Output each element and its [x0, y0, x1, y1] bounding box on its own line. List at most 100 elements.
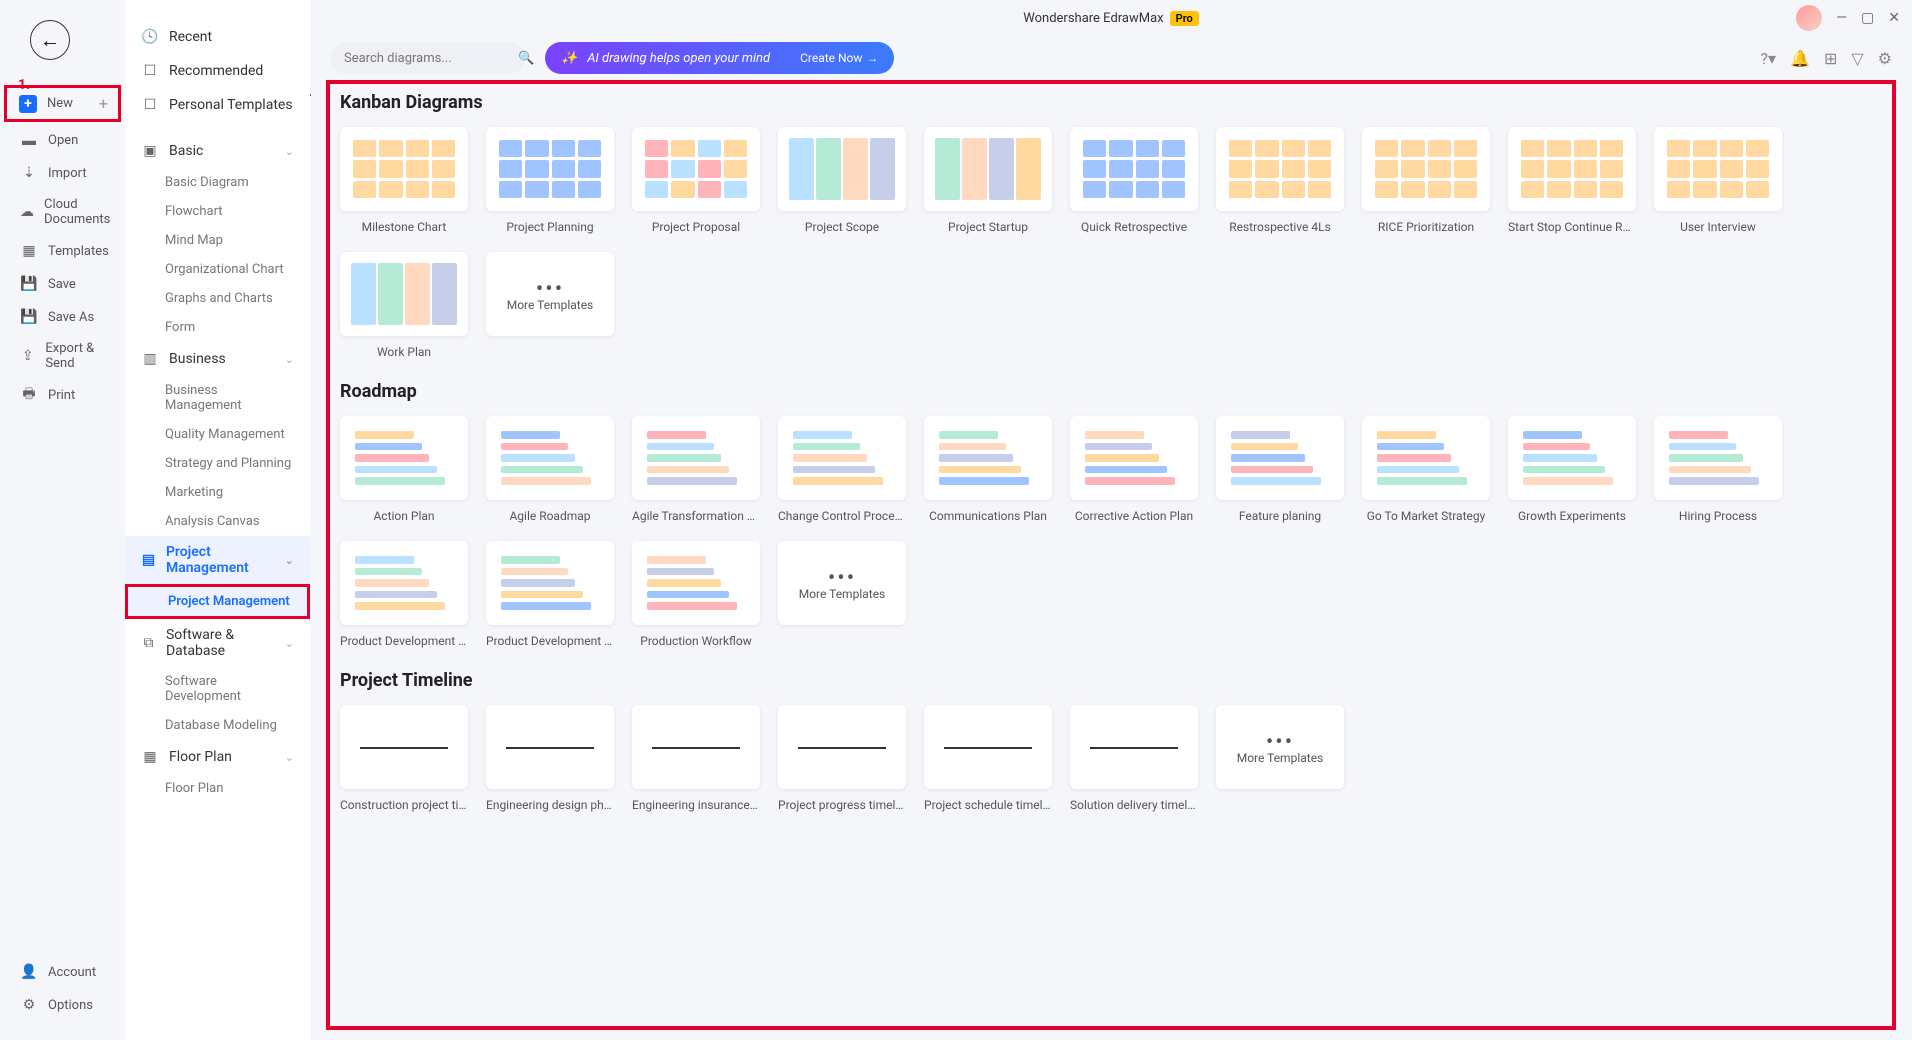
- search-input[interactable]: [344, 51, 510, 66]
- help-icon[interactable]: ?▾: [1760, 49, 1776, 68]
- template-card[interactable]: Agile Roadmap: [486, 416, 614, 523]
- ai-banner[interactable]: ✨ AI drawing helps open your mind Create…: [545, 42, 894, 74]
- nav-save[interactable]: 💾 Save: [0, 269, 125, 299]
- template-card[interactable]: Production Workflow: [632, 541, 760, 648]
- template-card[interactable]: Project Scope: [778, 127, 906, 234]
- template-label: Change Control Process: [778, 509, 906, 523]
- search-box[interactable]: 🔍: [330, 42, 525, 74]
- kanban-grid: Milestone Chart Project Planning Project…: [340, 127, 1882, 359]
- more-templates[interactable]: ••• More Templates: [778, 541, 906, 648]
- template-card[interactable]: Project schedule timeline: [924, 705, 1052, 812]
- apps-icon[interactable]: ⊞: [1824, 49, 1837, 68]
- template-card[interactable]: Restrospective 4Ls: [1216, 127, 1344, 234]
- template-card[interactable]: Growth Experiments: [1508, 416, 1636, 523]
- template-card[interactable]: Product Development Roa...: [340, 541, 468, 648]
- pro-badge: Pro: [1170, 11, 1199, 26]
- cat-sub[interactable]: Business Management: [125, 376, 310, 420]
- cat-label: Floor Plan: [169, 749, 232, 765]
- close-icon[interactable]: ✕: [1888, 10, 1900, 26]
- template-label: Solution delivery timeline: [1070, 798, 1198, 812]
- annotation-3: 3.: [310, 84, 312, 100]
- cat-personal[interactable]: ☐ Personal Templates: [125, 88, 310, 122]
- template-card[interactable]: Change Control Process: [778, 416, 906, 523]
- template-thumb: [486, 541, 614, 625]
- cat-sub[interactable]: Database Modeling: [125, 711, 310, 740]
- template-card[interactable]: Engineering design phase t...: [486, 705, 614, 812]
- template-card[interactable]: Start Stop Continue Retros...: [1508, 127, 1636, 234]
- filter-icon[interactable]: ▽: [1851, 49, 1863, 68]
- nav-save-as[interactable]: 💾 Save As: [0, 302, 125, 332]
- nav-open[interactable]: ▬ Open: [0, 125, 125, 155]
- back-button[interactable]: ←: [30, 20, 70, 60]
- cat-floor[interactable]: ▦ Floor Plan ⌄: [125, 740, 310, 774]
- topbar-right: ?▾ 🔔 ⊞ ▽ ⚙: [1760, 49, 1892, 68]
- cat-recent[interactable]: 🕓 Recent: [125, 20, 310, 54]
- cat-sub[interactable]: Graphs and Charts: [125, 284, 310, 313]
- cat-sub[interactable]: Quality Management: [125, 420, 310, 449]
- template-card[interactable]: Hiring Process: [1654, 416, 1782, 523]
- avatar[interactable]: [1796, 5, 1822, 31]
- template-label: Agile Transformation Road...: [632, 509, 760, 523]
- cat-business[interactable]: ▥ Business ⌄: [125, 342, 310, 376]
- minimize-icon[interactable]: —: [1836, 10, 1847, 26]
- template-card[interactable]: Engineering insurance effe...: [632, 705, 760, 812]
- cat-sub[interactable]: Software Development: [125, 667, 310, 711]
- cat-sub[interactable]: Floor Plan: [125, 774, 310, 803]
- bell-icon[interactable]: 🔔: [1790, 49, 1810, 68]
- cat-sub[interactable]: Form: [125, 313, 310, 342]
- nav-account[interactable]: 👤 Account: [0, 957, 125, 987]
- nav-print[interactable]: 🖶 Print: [0, 380, 125, 410]
- template-card[interactable]: Agile Transformation Road...: [632, 416, 760, 523]
- template-thumb: [778, 127, 906, 211]
- template-card[interactable]: Work Plan: [340, 252, 468, 359]
- cat-basic[interactable]: ▣ Basic ⌄: [125, 134, 310, 168]
- cat-sub[interactable]: Marketing: [125, 478, 310, 507]
- cat-software[interactable]: ⧉ Software & Database ⌄: [125, 619, 310, 667]
- template-card[interactable]: Project Planning: [486, 127, 614, 234]
- cat-sub[interactable]: Analysis Canvas: [125, 507, 310, 536]
- more-templates[interactable]: ••• More Templates: [1216, 705, 1344, 812]
- template-card[interactable]: Product Development Roa...: [486, 541, 614, 648]
- search-icon[interactable]: 🔍: [518, 51, 534, 66]
- cat-recommended[interactable]: ☐ Recommended: [125, 54, 310, 88]
- settings-icon[interactable]: ⚙: [1878, 49, 1892, 68]
- template-card[interactable]: Solution delivery timeline: [1070, 705, 1198, 812]
- cat-sub[interactable]: Organizational Chart: [125, 255, 310, 284]
- template-card[interactable]: Go To Market Strategy: [1362, 416, 1490, 523]
- template-card[interactable]: Milestone Chart: [340, 127, 468, 234]
- cat-sub-project-management[interactable]: Project Management: [125, 584, 310, 619]
- template-card[interactable]: Construction project timeli...: [340, 705, 468, 812]
- template-card[interactable]: Feature planing: [1216, 416, 1344, 523]
- template-card[interactable]: Project Startup: [924, 127, 1052, 234]
- template-label: Project schedule timeline: [924, 798, 1052, 812]
- annotation-1: 1.: [18, 77, 30, 93]
- nav-cloud[interactable]: ☁ Cloud Documents: [0, 191, 125, 233]
- nav-export[interactable]: ⇪ Export & Send: [0, 335, 125, 377]
- cat-sub[interactable]: Basic Diagram: [125, 168, 310, 197]
- section-title-roadmap: Roadmap: [340, 381, 1882, 402]
- import-icon: ⇣: [20, 164, 38, 182]
- template-card[interactable]: Corrective Action Plan: [1070, 416, 1198, 523]
- cat-label: Project Management: [166, 544, 275, 576]
- template-label: Agile Roadmap: [509, 509, 590, 523]
- wand-icon: ✨: [561, 51, 577, 66]
- cat-project-management[interactable]: ▤ Project Management ⌄: [125, 536, 310, 584]
- nav-import[interactable]: ⇣ Import: [0, 158, 125, 188]
- nav-options[interactable]: ⚙ Options: [0, 990, 125, 1020]
- nav-templates[interactable]: ▦ Templates: [0, 236, 125, 266]
- template-card[interactable]: Project progress timeline: [778, 705, 906, 812]
- template-card[interactable]: RICE Prioritization: [1362, 127, 1490, 234]
- template-card[interactable]: Quick Retrospective: [1070, 127, 1198, 234]
- cat-sub[interactable]: Flowchart: [125, 197, 310, 226]
- template-thumb: [778, 705, 906, 789]
- template-card[interactable]: User Interview: [1654, 127, 1782, 234]
- template-card[interactable]: Communications Plan: [924, 416, 1052, 523]
- maximize-icon[interactable]: ▢: [1861, 10, 1874, 26]
- ai-create-button[interactable]: Create Now →: [800, 51, 878, 65]
- more-templates[interactable]: ••• More Templates: [486, 252, 614, 359]
- cat-sub-label: Basic Diagram: [165, 175, 249, 190]
- cat-sub[interactable]: Mind Map: [125, 226, 310, 255]
- template-card[interactable]: Project Proposal: [632, 127, 760, 234]
- template-card[interactable]: Action Plan: [340, 416, 468, 523]
- cat-sub[interactable]: Strategy and Planning: [125, 449, 310, 478]
